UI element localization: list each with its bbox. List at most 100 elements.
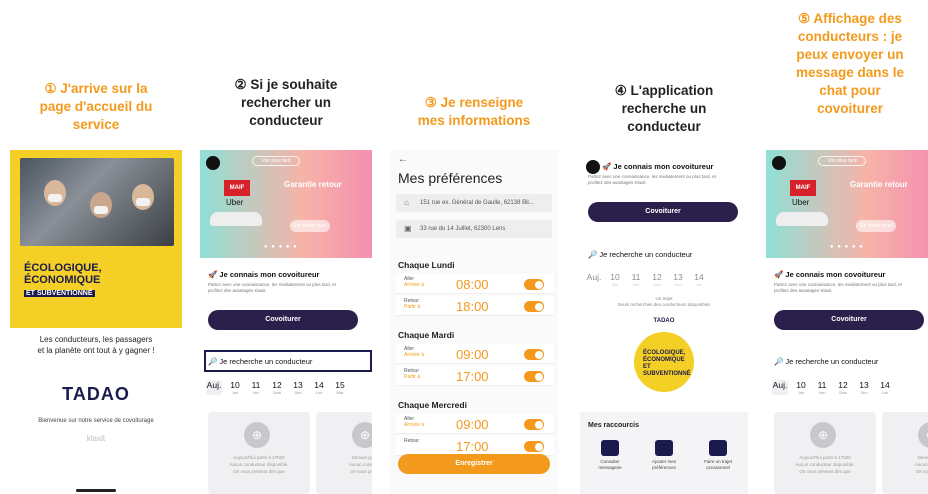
know-driver-desc: Partez avec une connaissance, les mediat… bbox=[774, 282, 902, 293]
search-driver-label[interactable]: 🔎 Je recherche un conducteur bbox=[208, 357, 312, 366]
eco-badge: ÉCOLOGIQUE, ÉCONOMIQUE ET SUBVENTIONNÉ bbox=[634, 332, 694, 392]
learn-more-button[interactable]: En savoir plus bbox=[290, 220, 330, 232]
covoiturer-button[interactable]: Covoiturer bbox=[588, 202, 738, 222]
ride-card-today[interactable]: ⊕ Aujourd'hui partir à 17h00 Aucun condu… bbox=[208, 412, 310, 494]
car-wheel-icon: ⊕ bbox=[810, 422, 836, 448]
time-slot[interactable]: Aller Arrivée à 09:00 bbox=[396, 414, 554, 434]
day-label: Chaque Lundi bbox=[398, 260, 455, 270]
day-item[interactable]: 10 Jeu bbox=[793, 380, 809, 395]
save-button[interactable]: Enregistrer bbox=[398, 454, 550, 474]
uber-logo: Uber bbox=[792, 198, 810, 207]
toggle-switch[interactable] bbox=[524, 371, 544, 382]
step-3-title: ③ Je renseigne mes informations bbox=[417, 95, 531, 128]
day-picker[interactable]: Auj. - 10 Jeu 11 Ven 12 Sam 13 Dim 14 Lun 15 Ma… bbox=[206, 380, 348, 395]
day-item[interactable]: 11 Ven bbox=[248, 380, 264, 395]
day-item[interactable]: 13 Dim bbox=[290, 380, 306, 395]
tagline: Les conducteurs, les passagers et la pla… bbox=[37, 335, 155, 355]
day-item[interactable]: 12 Sam bbox=[649, 272, 665, 287]
welcome-hero: ÉCOLOGIQUE, ÉCONOMIQUE ET SUBVENTIONNÉ bbox=[10, 150, 182, 328]
day-item[interactable]: 14 Lun bbox=[311, 380, 327, 395]
day-today[interactable]: Auj. - bbox=[206, 380, 222, 395]
promo-banner[interactable]: Voir plus tard MAIF Uber Garantie retour… bbox=[200, 150, 372, 258]
promo-banner[interactable]: Voir plus tard MAIF Uber Garantie retour… bbox=[766, 150, 928, 258]
back-arrow-icon[interactable]: ← bbox=[398, 154, 408, 165]
carousel-dots[interactable]: ● ● ● ● ● bbox=[830, 244, 864, 250]
day-today[interactable]: Auj. - bbox=[772, 380, 788, 395]
screen-drivers: Voir plus tard MAIF Uber Garantie retour… bbox=[766, 150, 928, 494]
know-driver-desc: Partez avec une connaissance, les mediat… bbox=[588, 174, 716, 185]
car-wheel-icon: ⊕ bbox=[918, 422, 928, 448]
know-driver-desc: Partez avec une connaissance, les mediat… bbox=[208, 282, 336, 293]
step-1-title: ① J'arrive sur la page d'accueil du serv… bbox=[39, 81, 153, 132]
toggle-switch[interactable] bbox=[524, 301, 544, 312]
later-pill[interactable]: Voir plus tard bbox=[252, 156, 300, 166]
klaxit-logo: klaxit bbox=[86, 434, 106, 443]
covoiturer-button[interactable]: Covoiturer bbox=[208, 310, 358, 330]
day-label: Chaque Mardi bbox=[398, 330, 455, 340]
car-wheel-icon: ⊕ bbox=[244, 422, 270, 448]
shortcut-occasional-trip[interactable]: Faire un trajet occasionnel bbox=[696, 440, 740, 471]
searching-text: Un trajet Seuls recherches des conducteu… bbox=[617, 296, 711, 307]
day-item[interactable]: 13 Dim bbox=[670, 272, 686, 287]
toggle-switch[interactable] bbox=[524, 279, 544, 290]
day-item[interactable]: 14 Lun bbox=[877, 380, 893, 395]
shortcut-preferences[interactable]: Ajouter mes préférences bbox=[642, 440, 686, 471]
tadao-logo: TADAO bbox=[653, 318, 675, 324]
app-logo-icon bbox=[206, 156, 220, 170]
time-slot[interactable]: Retour Partir à 17:00 bbox=[396, 366, 554, 386]
chat-icon bbox=[601, 440, 619, 456]
shortcuts-title: Mes raccourcis bbox=[588, 422, 639, 429]
screen-preferences: ← Mes préférences ⌂ 151 rue ex. Général d… bbox=[390, 150, 558, 494]
day-today[interactable]: Auj. bbox=[586, 272, 602, 287]
search-driver-label[interactable]: 🔎 Je recherche un conducteur bbox=[774, 357, 878, 366]
time-slot[interactable]: Aller Arrivée à 08:00 bbox=[396, 274, 554, 294]
car-icon bbox=[776, 212, 828, 226]
learn-more-button[interactable]: En savoir plus bbox=[856, 220, 896, 232]
day-item[interactable]: 10 Jeu bbox=[607, 272, 623, 287]
time-slot[interactable]: Retour 17:00 bbox=[396, 436, 554, 456]
app-logo-icon bbox=[772, 156, 786, 170]
search-driver-label[interactable]: 🔎 Je recherche un conducteur bbox=[588, 250, 692, 259]
home-address-field[interactable]: ⌂ 151 rue ex. Général de Gaulle, 62138 Bi… bbox=[396, 194, 552, 212]
later-pill[interactable]: Voir plus tard bbox=[818, 156, 866, 166]
day-item[interactable]: 14 Lun bbox=[691, 272, 707, 287]
settings-icon bbox=[655, 440, 673, 456]
screen-welcome: ÉCOLOGIQUE, ÉCONOMIQUE ET SUBVENTIONNÉ L… bbox=[10, 150, 182, 494]
day-label: Chaque Mercredi bbox=[398, 400, 467, 410]
day-picker[interactable]: Auj. - 10 Jeu 11 Ven 12 Sam 13 Dim 14 Lun bbox=[772, 380, 893, 395]
toggle-switch[interactable] bbox=[524, 441, 544, 452]
briefcase-icon: ▣ bbox=[404, 224, 412, 233]
toggle-switch[interactable] bbox=[524, 349, 544, 360]
day-item[interactable]: 15 Mar bbox=[332, 380, 348, 395]
shortcut-messages[interactable]: Consulter messagerie bbox=[588, 440, 632, 471]
day-item[interactable]: 13 Dim bbox=[856, 380, 872, 395]
day-item[interactable]: 11 Ven bbox=[814, 380, 830, 395]
time-slot[interactable]: Retour Partir à 18:00 bbox=[396, 296, 554, 316]
maif-logo: MAIF bbox=[790, 180, 816, 196]
toggle-switch[interactable] bbox=[524, 419, 544, 430]
know-driver-title: 🚀 Je connais mon covoitureur bbox=[602, 162, 714, 171]
know-driver-title: 🚀 Je connais mon covoitureur bbox=[208, 270, 320, 279]
work-address-field[interactable]: ▣ 33 rue du 14 Juillet, 62300 Lens bbox=[396, 220, 552, 238]
day-item[interactable]: 12 Sam bbox=[835, 380, 851, 395]
home-indicator bbox=[76, 489, 116, 492]
ride-card-tomorrow[interactable]: ⊕ Demain partir à Aucun conducteur On vo… bbox=[882, 412, 928, 494]
welcome-text: Bienvenue sur notre service de covoitura… bbox=[38, 418, 154, 424]
guarantee-title: Garantie retour bbox=[284, 180, 342, 189]
step-5-title: ⑤ Affichage des conducteurs : je peux en… bbox=[795, 11, 905, 116]
ride-card-today[interactable]: ⊕ Aujourd'hui partir à 17h00 Aucun condu… bbox=[774, 412, 876, 494]
tadao-logo: TADAO bbox=[62, 384, 130, 404]
screen-searching: 🚀 Je connais mon covoitureur Partez avec… bbox=[580, 150, 748, 494]
shortcuts-panel: Mes raccourcis Consulter messagerie Ajou… bbox=[580, 412, 748, 494]
covoiturer-button[interactable]: Covoiturer bbox=[774, 310, 924, 330]
day-item[interactable]: 12 Sam bbox=[269, 380, 285, 395]
day-item[interactable]: 11 Ven bbox=[628, 272, 644, 287]
maif-logo: MAIF bbox=[224, 180, 250, 196]
eco-title: ÉCOLOGIQUE, ÉCONOMIQUE ET SUBVENTIONNÉ bbox=[24, 262, 102, 297]
day-picker[interactable]: Auj. 10 Jeu 11 Ven 12 Sam 13 Dim 14 Lun bbox=[586, 272, 707, 287]
carousel-dots[interactable]: ● ● ● ● ● bbox=[264, 244, 298, 250]
time-slot[interactable]: Aller Arrivée à 09:00 bbox=[396, 344, 554, 364]
ride-card-tomorrow[interactable]: ⊕ Demain partir à Aucun conducteur On vo… bbox=[316, 412, 372, 494]
day-item[interactable]: 10 Jeu bbox=[227, 380, 243, 395]
know-driver-title: 🚀 Je connais mon covoitureur bbox=[774, 270, 886, 279]
